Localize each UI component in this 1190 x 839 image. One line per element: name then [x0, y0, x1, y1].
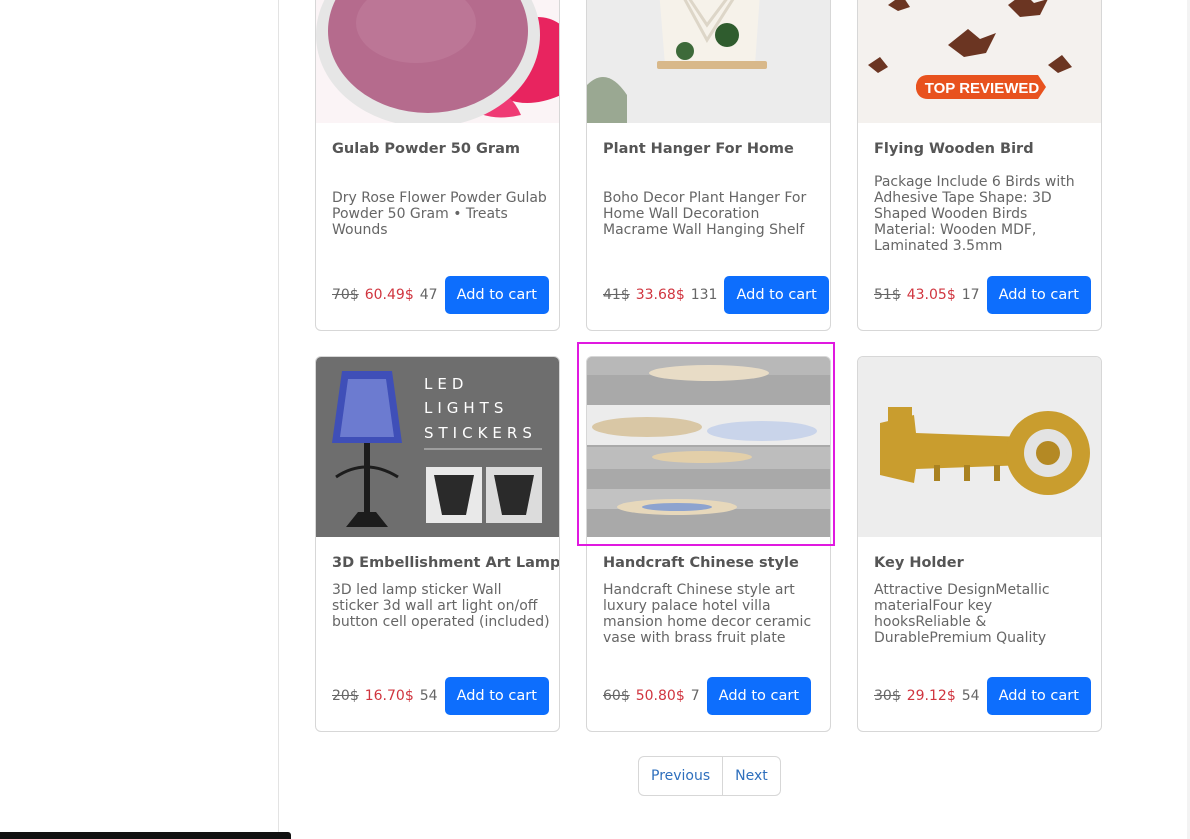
stock-count: 54: [961, 688, 980, 704]
product-card: TOP REVIEWED Flying Wooden Bird Package …: [857, 0, 1102, 331]
original-price: 51$: [874, 287, 901, 303]
add-to-cart-button[interactable]: Add to cart: [724, 276, 829, 314]
product-image[interactable]: [587, 0, 830, 123]
price-row: 41$ 33.68$ 131 Add to cart: [603, 276, 829, 314]
product-card: Gulab Powder 50 Gram Dry Rose Flower Pow…: [315, 0, 560, 331]
stock-count: 54: [419, 688, 438, 704]
add-to-cart-button[interactable]: Add to cart: [444, 276, 549, 314]
product-card: Plant Hanger For Home Boho Decor Plant H…: [586, 0, 831, 331]
original-price: 30$: [874, 688, 901, 704]
sidebar: [0, 0, 279, 839]
product-title: Key Holder: [874, 555, 964, 571]
price-row: 70$ 60.49$ 47 Add to cart: [332, 276, 549, 314]
image-text-line: STICKERS: [424, 424, 537, 442]
product-image[interactable]: [858, 357, 1101, 537]
original-price: 60$: [603, 688, 630, 704]
original-price: 70$: [332, 287, 359, 303]
product-description: 3D led lamp sticker Wall sticker 3d wall…: [332, 582, 550, 630]
sidebar-bottom-bar: [0, 832, 291, 839]
pagination: Previous Next: [638, 756, 781, 796]
product-card: Key Holder Attractive DesignMetallic mat…: [857, 356, 1102, 732]
image-text-line: LIGHTS: [424, 399, 508, 417]
sale-price: 50.80$: [635, 688, 685, 704]
highlight-box: [577, 342, 835, 546]
product-image[interactable]: LED LIGHTS STICKERS: [316, 357, 559, 537]
next-page-link[interactable]: Next: [722, 757, 780, 795]
product-image[interactable]: TOP REVIEWED: [858, 0, 1101, 123]
product-description: Boho Decor Plant Hanger For Home Wall De…: [603, 190, 807, 238]
product-description: Dry Rose Flower Powder Gulab Powder 50 G…: [332, 190, 547, 238]
product-image[interactable]: [316, 0, 559, 123]
image-text-line: LED: [424, 375, 468, 393]
product-title: Handcraft Chinese style: [603, 555, 799, 571]
product-title: Gulab Powder 50 Gram: [332, 141, 520, 157]
price-row: 60$ 50.80$ 7 Add to cart: [603, 677, 812, 715]
product-title: Plant Hanger For Home: [603, 141, 794, 157]
sale-price: 33.68$: [635, 287, 685, 303]
sale-price: 43.05$: [906, 287, 956, 303]
price-row: 20$ 16.70$ 54 Add to cart: [332, 677, 549, 715]
stock-count: 47: [419, 287, 438, 303]
product-title: Flying Wooden Bird: [874, 141, 1034, 157]
product-title: 3D Embellishment Art Lamp: [332, 555, 560, 571]
add-to-cart-button[interactable]: Add to cart: [706, 677, 812, 715]
stock-count: 131: [690, 287, 718, 303]
product-description: Handcraft Chinese style art luxury palac…: [603, 582, 812, 646]
price-row: 30$ 29.12$ 54 Add to cart: [874, 677, 1091, 715]
original-price: 41$: [603, 287, 630, 303]
product-description: Attractive DesignMetallic materialFour k…: [874, 582, 1050, 646]
stock-count: 7: [690, 688, 700, 704]
sale-price: 60.49$: [364, 287, 414, 303]
previous-page-link[interactable]: Previous: [639, 757, 722, 795]
stock-count: 17: [961, 287, 980, 303]
original-price: 20$: [332, 688, 359, 704]
sale-price: 29.12$: [906, 688, 956, 704]
sale-price: 16.70$: [364, 688, 414, 704]
add-to-cart-button[interactable]: Add to cart: [986, 677, 1091, 715]
add-to-cart-button[interactable]: Add to cart: [986, 276, 1091, 314]
image-badge: TOP REVIEWED: [925, 80, 1040, 97]
price-row: 51$ 43.05$ 17 Add to cart: [874, 276, 1091, 314]
product-card: LED LIGHTS STICKERS 3D Embellishment Art…: [315, 356, 560, 732]
product-description: Package Include 6 Birds with Adhesive Ta…: [874, 174, 1075, 254]
add-to-cart-button[interactable]: Add to cart: [444, 677, 549, 715]
